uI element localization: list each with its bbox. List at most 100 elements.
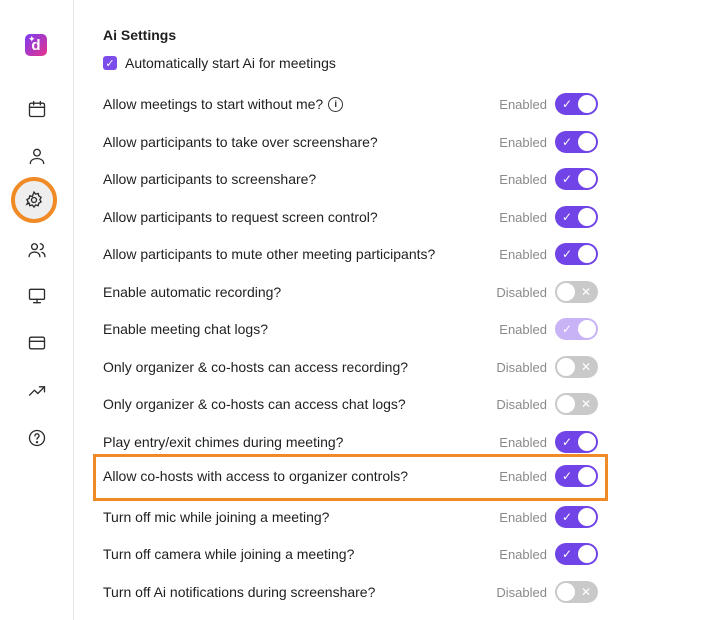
- setting-toggle[interactable]: ✕: [555, 281, 598, 303]
- close-icon: ✕: [580, 397, 591, 411]
- setting-label: Play entry/exit chimes during meeting?: [103, 434, 495, 450]
- toggle-knob: [578, 95, 596, 113]
- user-icon[interactable]: [26, 145, 48, 167]
- setting-label: Turn off mic while joining a meeting?: [103, 509, 495, 525]
- setting-label: Only organizer & co-hosts can access cha…: [103, 396, 495, 412]
- setting-toggle[interactable]: ✕: [555, 356, 598, 378]
- setting-label: Allow participants to take over screensh…: [103, 134, 495, 150]
- check-icon: ✓: [105, 57, 115, 70]
- check-icon: ✓: [562, 247, 573, 261]
- check-icon: ✓: [562, 435, 573, 449]
- setting-label-text: Allow participants to take over screensh…: [103, 134, 378, 150]
- setting-status: Enabled: [499, 546, 547, 562]
- setting-toggle[interactable]: ✓: [555, 506, 598, 528]
- check-icon: ✓: [562, 210, 573, 224]
- toggle-knob: [557, 583, 575, 601]
- setting-row: Enable automatic recording? Disabled ✕: [103, 280, 598, 304]
- setting-label: Turn off camera while joining a meeting?: [103, 546, 495, 562]
- monitor-icon[interactable]: [26, 285, 48, 307]
- setting-row: Only organizer & co-hosts can access rec…: [103, 355, 598, 379]
- setting-row: Allow participants to mute other meeting…: [103, 242, 598, 266]
- help-icon[interactable]: [26, 427, 48, 449]
- setting-status: Enabled: [499, 509, 547, 525]
- setting-label-text: Only organizer & co-hosts can access cha…: [103, 396, 406, 412]
- setting-row: Turn off camera while joining a meeting?…: [103, 542, 598, 566]
- close-icon: ✕: [580, 360, 591, 374]
- setting-status: Disabled: [496, 359, 547, 375]
- setting-label-text: Enable automatic recording?: [103, 284, 282, 300]
- setting-label: Allow participants to request screen con…: [103, 209, 495, 225]
- card-icon[interactable]: [26, 332, 48, 354]
- setting-label-text: Turn off Ai notifications during screens…: [103, 584, 376, 600]
- highlight-box: [93, 454, 608, 501]
- users-icon[interactable]: [26, 239, 48, 261]
- section-title: Ai Settings: [103, 27, 177, 43]
- setting-toggle[interactable]: ✓: [555, 243, 598, 265]
- setting-toggle[interactable]: ✓: [555, 168, 598, 190]
- app-logo[interactable]: ✦ d: [25, 34, 47, 56]
- toggle-knob: [578, 133, 596, 151]
- info-icon[interactable]: i: [328, 96, 344, 112]
- setting-toggle[interactable]: ✓: [555, 431, 598, 453]
- toggle-knob: [557, 358, 575, 376]
- setting-label-text: Turn off camera while joining a meeting?: [103, 546, 355, 562]
- setting-row: Allow participants to screenshare? Enable…: [103, 167, 598, 191]
- setting-label: Only organizer & co-hosts can access rec…: [103, 359, 495, 375]
- setting-label-text: Turn off mic while joining a meeting?: [103, 509, 330, 525]
- calendar-icon[interactable]: [26, 98, 48, 120]
- toggle-knob: [578, 170, 596, 188]
- setting-status: Enabled: [499, 321, 547, 337]
- setting-status: Disabled: [496, 396, 547, 412]
- setting-status: Enabled: [499, 134, 547, 150]
- check-icon: ✓: [562, 547, 573, 561]
- check-icon: ✓: [562, 135, 573, 149]
- toggle-knob: [578, 245, 596, 263]
- setting-row: Only organizer & co-hosts can access cha…: [103, 392, 598, 416]
- setting-row: Enable meeting chat logs? Enabled ✓: [103, 317, 598, 341]
- setting-row: Turn off mic while joining a meeting? Ena…: [103, 505, 598, 529]
- setting-label: Enable meeting chat logs?: [103, 321, 495, 337]
- sidebar: ✦ d: [0, 0, 74, 620]
- setting-label-text: Allow participants to mute other meeting…: [103, 246, 436, 262]
- close-icon: ✕: [580, 285, 591, 299]
- gear-icon[interactable]: [11, 177, 57, 223]
- setting-toggle[interactable]: ✓: [555, 543, 598, 565]
- auto-start-row[interactable]: ✓ Automatically start Ai for meetings: [103, 55, 336, 71]
- setting-status: Disabled: [496, 284, 547, 300]
- setting-toggle[interactable]: ✓: [555, 131, 598, 153]
- setting-status: Enabled: [499, 246, 547, 262]
- setting-status: Enabled: [499, 209, 547, 225]
- check-icon: ✓: [562, 510, 573, 524]
- setting-toggle[interactable]: ✓: [555, 206, 598, 228]
- setting-label: Allow participants to mute other meeting…: [103, 246, 495, 262]
- toggle-knob: [557, 395, 575, 413]
- toggle-knob: [578, 508, 596, 526]
- close-icon: ✕: [580, 585, 591, 599]
- toggle-knob: [557, 283, 575, 301]
- toggle-knob: [578, 433, 596, 451]
- setting-row: Allow meetings to start without me? i Enab…: [103, 92, 598, 116]
- toggle-knob: [578, 545, 596, 563]
- setting-label-text: Play entry/exit chimes during meeting?: [103, 434, 344, 450]
- setting-label-text: Allow participants to screenshare?: [103, 171, 317, 187]
- toggle-knob: [578, 320, 596, 338]
- setting-toggle[interactable]: ✓: [555, 318, 598, 340]
- setting-label: Allow meetings to start without me? i: [103, 96, 495, 112]
- toggle-knob: [578, 208, 596, 226]
- setting-status: Enabled: [499, 96, 547, 112]
- check-icon: ✓: [562, 172, 573, 186]
- setting-toggle[interactable]: ✕: [555, 581, 598, 603]
- setting-row: Allow participants to request screen con…: [103, 205, 598, 229]
- auto-start-label: Automatically start Ai for meetings: [125, 55, 336, 71]
- setting-label-text: Allow meetings to start without me?: [103, 96, 324, 112]
- setting-label-text: Allow participants to request screen con…: [103, 209, 378, 225]
- setting-status: Enabled: [499, 171, 547, 187]
- check-icon: ✓: [562, 97, 573, 111]
- setting-label: Turn off Ai notifications during screens…: [103, 584, 495, 600]
- setting-label-text: Only organizer & co-hosts can access rec…: [103, 359, 409, 375]
- trending-icon[interactable]: [26, 380, 48, 402]
- auto-start-checkbox[interactable]: ✓: [103, 56, 117, 70]
- setting-toggle[interactable]: ✓: [555, 93, 598, 115]
- setting-status: Disabled: [496, 584, 547, 600]
- setting-toggle[interactable]: ✕: [555, 393, 598, 415]
